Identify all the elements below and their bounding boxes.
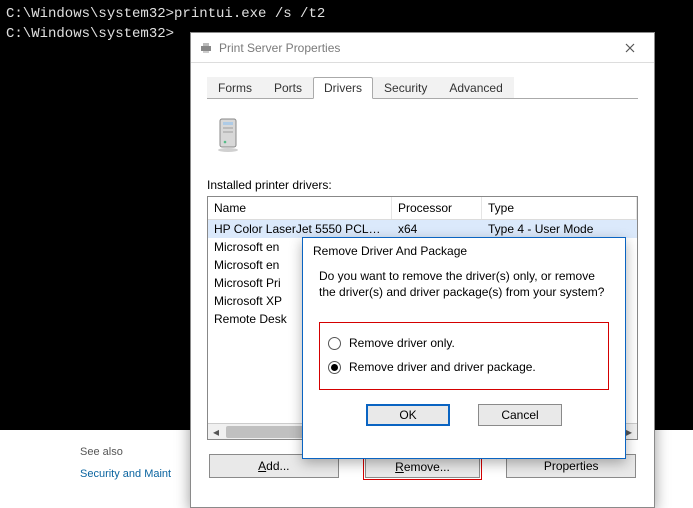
option-label: Remove driver and driver package. [349, 360, 536, 374]
remove-button[interactable]: Remove... [365, 456, 481, 478]
table-row[interactable]: HP Color LaserJet 5550 PCL6 Clas...x64Ty… [208, 220, 637, 238]
column-type[interactable]: Type [482, 197, 637, 219]
nested-button-row: OK Cancel [319, 404, 609, 426]
tab-drivers[interactable]: Drivers [313, 77, 373, 99]
remove-driver-and-package-dialog: Remove Driver And Package Do you want to… [302, 237, 626, 459]
cell-processor: x64 [392, 221, 482, 237]
printer-icon [199, 41, 213, 55]
nested-dialog-title[interactable]: Remove Driver And Package [303, 238, 625, 264]
option-label: Remove driver only. [349, 336, 455, 350]
radio-icon [328, 361, 341, 374]
close-button[interactable] [614, 36, 646, 60]
scroll-left-arrow[interactable]: ◂ [208, 424, 224, 440]
options-group: Remove driver only. Remove driver and dr… [319, 322, 609, 390]
option-remove-driver-only[interactable]: Remove driver only. [328, 331, 600, 355]
tab-advanced[interactable]: Advanced [438, 77, 513, 98]
terminal-line: C:\Windows\system32>printui.exe /s /t2 [6, 4, 687, 24]
dialog-title: Print Server Properties [219, 41, 340, 55]
column-name[interactable]: Name [208, 197, 392, 219]
option-remove-driver-and-package[interactable]: Remove driver and driver package. [328, 355, 600, 379]
ok-button[interactable]: OK [366, 404, 450, 426]
confirmation-message: Do you want to remove the driver(s) only… [319, 268, 609, 300]
tab-forms[interactable]: Forms [207, 77, 263, 98]
tab-ports[interactable]: Ports [263, 77, 313, 98]
column-processor[interactable]: Processor [392, 197, 482, 219]
tab-bar: Forms Ports Drivers Security Advanced [207, 77, 638, 99]
driver-list-header: Name Processor Type [208, 197, 637, 220]
nested-dialog-body: Do you want to remove the driver(s) only… [303, 264, 625, 436]
radio-icon [328, 337, 341, 350]
cell-name: HP Color LaserJet 5550 PCL6 Clas... [208, 221, 392, 237]
cell-type: Type 4 - User Mode [482, 221, 637, 237]
cancel-button[interactable]: Cancel [478, 404, 562, 426]
installed-drivers-label: Installed printer drivers: [207, 178, 638, 192]
tab-security[interactable]: Security [373, 77, 438, 98]
dialog-titlebar[interactable]: Print Server Properties [191, 33, 654, 63]
server-icon [215, 117, 638, 156]
